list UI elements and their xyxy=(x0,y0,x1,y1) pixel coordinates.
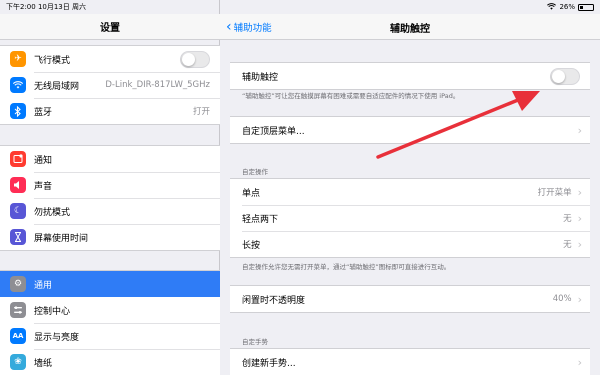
sidebar-item-notifications[interactable]: 通知 xyxy=(0,146,220,172)
sidebar-item-label: 屏幕使用时间 xyxy=(34,233,89,244)
action-double-tap-row[interactable]: 轻点两下 无 › xyxy=(230,205,590,231)
assistive-touch-toggle[interactable] xyxy=(550,67,580,85)
notifications-icon xyxy=(10,151,26,167)
action-value: 无 xyxy=(563,214,572,224)
sidebar-item-label: 勿扰模式 xyxy=(34,207,71,218)
sound-icon xyxy=(10,177,26,193)
customize-top-menu-label: 自定顶层菜单... xyxy=(242,126,305,137)
action-label: 轻点两下 xyxy=(242,214,279,225)
action-long-press-row[interactable]: 长按 无 › xyxy=(230,231,590,257)
page-title: 辅助触控 xyxy=(390,23,430,35)
chevron-right-icon: › xyxy=(577,292,582,306)
assistive-touch-group: 辅助触控 xyxy=(230,62,590,90)
back-button[interactable]: ‹ 辅助功能 xyxy=(226,14,272,40)
assistive-touch-detail: ‹ 辅助功能 辅助触控 辅助触控 “辅助触控”可让您在触摸屏幕有困难或需要自适应… xyxy=(220,0,600,375)
sidebar-item-label: 飞行模式 xyxy=(34,55,71,66)
sidebar-item-do-not-disturb[interactable]: ☾ 勿扰模式 xyxy=(0,198,220,224)
sidebar-group-general: ⚙ 通用 控制中心 AA 显示与亮度 ❀ 墙纸 xyxy=(0,270,220,375)
sidebar-item-label: 墙纸 xyxy=(34,358,53,369)
chevron-right-icon: › xyxy=(577,355,582,369)
idle-opacity-value: 40% xyxy=(552,294,572,304)
status-bar: 下午2:00 10月13日 周六 26% xyxy=(0,0,600,14)
idle-opacity-row[interactable]: 闲置时不透明度 40% › xyxy=(230,286,590,312)
action-label: 长按 xyxy=(242,240,261,251)
sidebar-group-connectivity: ✈ 飞行模式 无线局域网 D-Link_DIR-817LW_5GHz 蓝牙 打开 xyxy=(0,45,220,125)
wifi-icon xyxy=(10,77,26,93)
custom-actions-note: 自定操作允许您无需打开菜单，通过“辅助触控”图标即可直接进行互动。 xyxy=(242,263,451,271)
wifi-icon xyxy=(547,2,557,12)
idle-opacity-label: 闲置时不透明度 xyxy=(242,295,306,306)
battery-icon xyxy=(578,3,594,11)
sidebar-item-bluetooth[interactable]: 蓝牙 打开 xyxy=(0,98,220,124)
status-time-date: 下午2:00 10月13日 周六 xyxy=(6,3,86,11)
brightness-icon: AA xyxy=(10,328,26,344)
create-gesture-label: 创建新手势... xyxy=(242,358,296,369)
airplane-mode-toggle[interactable] xyxy=(180,50,210,68)
wallpaper-icon: ❀ xyxy=(10,354,26,370)
hourglass-icon xyxy=(10,229,26,245)
sidebar-item-label: 无线局域网 xyxy=(34,81,80,92)
sidebar-item-wifi[interactable]: 无线局域网 D-Link_DIR-817LW_5GHz xyxy=(0,72,220,98)
chevron-right-icon: › xyxy=(577,123,582,137)
sidebar-item-sounds[interactable]: 声音 xyxy=(0,172,220,198)
back-label: 辅助功能 xyxy=(233,23,272,34)
top-menu-group: 自定顶层菜单... › xyxy=(230,116,590,144)
navigation-bar: ‹ 辅助功能 辅助触控 xyxy=(220,14,600,40)
action-label: 单点 xyxy=(242,188,261,199)
action-value: 无 xyxy=(563,240,572,250)
assistive-touch-row[interactable]: 辅助触控 xyxy=(230,63,590,89)
bluetooth-icon xyxy=(10,103,26,119)
control-center-icon xyxy=(10,302,26,318)
settings-sidebar: 设置 ✈ 飞行模式 无线局域网 D-Link_DIR-817LW_5GHz 蓝牙… xyxy=(0,0,220,375)
sidebar-item-general[interactable]: ⚙ 通用 xyxy=(0,271,220,297)
airplane-icon: ✈ xyxy=(10,51,26,67)
custom-actions-header: 自定操作 xyxy=(242,168,268,176)
sidebar-item-label: 蓝牙 xyxy=(34,107,53,118)
assistive-touch-label: 辅助触控 xyxy=(242,72,279,83)
wifi-network-value: D-Link_DIR-817LW_5GHz xyxy=(105,80,210,90)
sidebar-group-notifications: 通知 声音 ☾ 勿扰模式 屏幕使用时间 xyxy=(0,145,220,251)
chevron-right-icon: › xyxy=(577,237,582,251)
chevron-left-icon: ‹ xyxy=(226,19,232,35)
assistive-touch-note: “辅助触控”可让您在触摸屏幕有困难或需要自适应配件的情况下使用 iPad。 xyxy=(242,92,460,100)
sidebar-item-label: 控制中心 xyxy=(34,306,71,317)
status-right: 26% xyxy=(547,2,594,12)
sidebar-item-screen-time[interactable]: 屏幕使用时间 xyxy=(0,224,220,250)
sidebar-item-label: 声音 xyxy=(34,181,53,192)
idle-opacity-group: 闲置时不透明度 40% › xyxy=(230,285,590,313)
action-value: 打开菜单 xyxy=(537,188,572,198)
sidebar-item-wallpaper[interactable]: ❀ 墙纸 xyxy=(0,349,220,375)
battery-percent: 26% xyxy=(559,3,575,11)
sidebar-item-label: 通知 xyxy=(34,155,53,166)
sidebar-item-display-brightness[interactable]: AA 显示与亮度 xyxy=(0,323,220,349)
bluetooth-value: 打开 xyxy=(192,107,210,117)
sidebar-item-label: 通用 xyxy=(34,280,53,291)
create-gesture-row[interactable]: 创建新手势... › xyxy=(230,349,590,375)
moon-icon: ☾ xyxy=(10,203,26,219)
chevron-right-icon: › xyxy=(577,185,582,199)
chevron-right-icon: › xyxy=(577,211,582,225)
customize-top-menu-row[interactable]: 自定顶层菜单... › xyxy=(230,117,590,143)
sidebar-item-label: 显示与亮度 xyxy=(34,332,80,343)
gear-icon: ⚙ xyxy=(10,276,26,292)
custom-gestures-header: 自定手势 xyxy=(242,338,268,346)
custom-gestures-group: 创建新手势... › xyxy=(230,348,590,375)
sidebar-item-airplane-mode[interactable]: ✈ 飞行模式 xyxy=(0,46,220,72)
sidebar-title: 设置 xyxy=(0,14,220,40)
sidebar-item-control-center[interactable]: 控制中心 xyxy=(0,297,220,323)
custom-actions-group: 单点 打开菜单 › 轻点两下 无 › 长按 无 › xyxy=(230,178,590,258)
action-single-tap-row[interactable]: 单点 打开菜单 › xyxy=(230,179,590,205)
